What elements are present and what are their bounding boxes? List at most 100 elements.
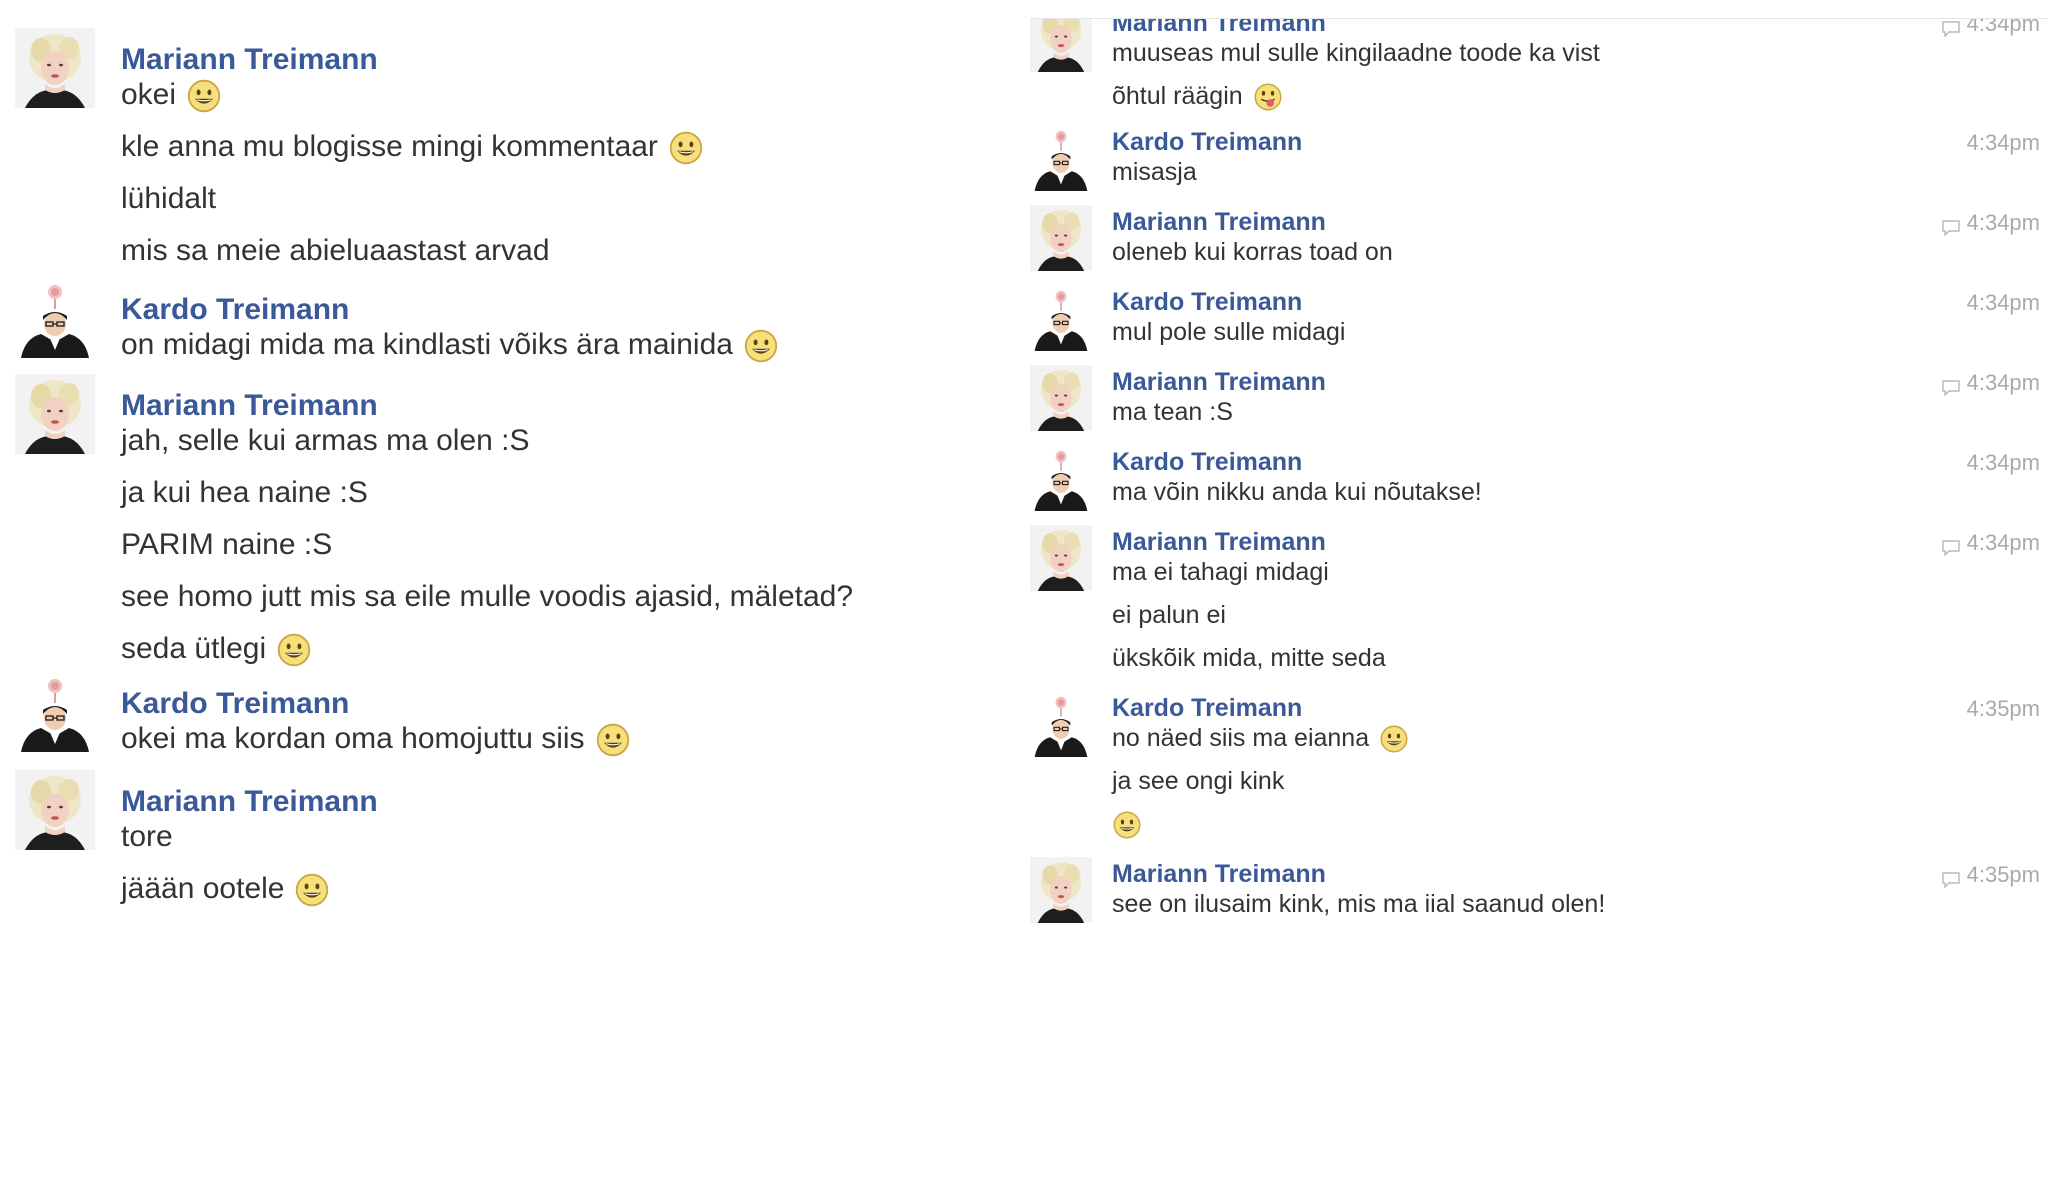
timestamp: 4:34pm: [1941, 370, 2040, 397]
message-body: ja kui hea naine :S: [121, 476, 368, 509]
sender-name[interactable]: Kardo Treimann: [1112, 694, 1302, 723]
message-group: Mariann Treimann 4:34pm ma ei tahagi midag…: [1030, 525, 2048, 672]
message-group: Kardo Treimann 4:34pm misasja: [1030, 125, 2048, 191]
message-text: ükskõik mida, mitte seda: [1112, 644, 1386, 673]
message-group: Kardo Treimann on midagi mida ma kindlast…: [15, 278, 1020, 363]
man-avatar[interactable]: [1030, 445, 1092, 511]
message-text: ma võin nikku anda kui nõutakse!: [1112, 478, 1482, 507]
woman-avatar[interactable]: [1030, 525, 1092, 591]
timestamp: 4:35pm: [1941, 862, 2040, 889]
timestamp: 4:34pm: [1967, 290, 2040, 316]
woman-avatar[interactable]: [1030, 365, 1092, 431]
speech-bubble-icon: [1941, 868, 1961, 889]
woman-avatar[interactable]: [15, 770, 95, 850]
woman-avatar[interactable]: [1030, 19, 1092, 72]
smile-emoji-icon: [294, 872, 330, 908]
message-body: mul pole sulle midagi: [1112, 318, 1346, 346]
smile-emoji-icon: [743, 328, 779, 364]
sender-name[interactable]: Kardo Treimann: [121, 293, 349, 327]
message-body: ei palun ei: [1112, 601, 1226, 629]
sender-name[interactable]: Kardo Treimann: [121, 687, 349, 721]
message-text: kle anna mu blogisse mingi kommentaar: [121, 130, 704, 166]
message-body: PARIM naine :S: [121, 528, 333, 561]
message-text: misasja: [1112, 158, 1197, 187]
woman-avatar[interactable]: [15, 28, 95, 108]
timestamp: 4:35pm: [1967, 696, 2040, 722]
message-text: jäään ootele: [121, 872, 330, 908]
speech-bubble-icon: [1941, 216, 1961, 237]
timestamp-text: 4:34pm: [1966, 530, 2040, 555]
message-text: ja kui hea naine :S: [121, 476, 368, 510]
message-body: tore: [121, 820, 173, 853]
man-avatar[interactable]: [1030, 125, 1092, 191]
message-body: okei: [121, 78, 177, 111]
message-body: ma võin nikku anda kui nõutakse!: [1112, 478, 1482, 506]
message-text: see on ilusaim kink, mis ma iial saanud …: [1112, 890, 1605, 919]
man-avatar[interactable]: [15, 672, 95, 752]
message-body: ma ei tahagi midagi: [1112, 558, 1329, 586]
message-body: seda ütlegi: [121, 632, 267, 665]
sender-name[interactable]: Kardo Treimann: [1112, 288, 1302, 317]
message-body: mis sa meie abieluaastast arvad: [121, 234, 550, 267]
message-text: seda ütlegi: [121, 632, 312, 668]
left-chat-panel: Mariann Treimann okei kle anna mu blogisse…: [0, 0, 1020, 1198]
message-text: ja see ongi kink: [1112, 767, 1284, 796]
tongue-emoji-icon: [1253, 82, 1283, 112]
sender-name[interactable]: Mariann Treimann: [1112, 368, 1326, 397]
man-avatar[interactable]: [1030, 285, 1092, 351]
woman-avatar[interactable]: [1030, 857, 1092, 923]
smile-emoji-icon: [276, 632, 312, 668]
message-text: okei: [121, 78, 222, 114]
message-group: Kardo Treimann 4:35pm no näed siis ma eian…: [1030, 691, 2048, 839]
timestamp-text: 4:34pm: [1966, 130, 2040, 155]
speech-bubble-icon: [1941, 536, 1961, 557]
smile-emoji-icon: [595, 722, 631, 758]
sender-name[interactable]: Mariann Treimann: [121, 389, 378, 423]
right-chat-panel: Mariann Treimann 4:34pm muuseas mul sulle …: [1030, 18, 2048, 1199]
speech-bubble-icon: [1941, 376, 1961, 397]
message-group: Mariann Treimann okei kle anna mu blogisse…: [15, 28, 1020, 267]
timestamp-text: 4:34pm: [1966, 210, 2040, 235]
timestamp: 4:34pm: [1967, 130, 2040, 156]
timestamp-text: 4:35pm: [1966, 696, 2040, 721]
woman-avatar[interactable]: [1030, 205, 1092, 271]
sender-name[interactable]: Mariann Treimann: [1112, 860, 1326, 889]
message-group: Kardo Treimann okei ma kordan oma homojut…: [15, 672, 1020, 757]
message-body: ma tean :S: [1112, 398, 1233, 426]
message-text: see homo jutt mis sa eile mulle voodis a…: [121, 580, 853, 614]
smile-emoji-icon: [1112, 810, 1142, 840]
sender-name[interactable]: Mariann Treimann: [121, 785, 378, 819]
sender-name[interactable]: Kardo Treimann: [1112, 448, 1302, 477]
sender-name[interactable]: Mariann Treimann: [121, 43, 378, 77]
message-group: Kardo Treimann 4:34pm mul pole sulle midag…: [1030, 285, 2048, 351]
message-body: on midagi mida ma kindlasti võiks ära ma…: [121, 328, 733, 361]
message-text: PARIM naine :S: [121, 528, 332, 562]
sender-name[interactable]: Mariann Treimann: [1112, 528, 1326, 557]
timestamp: 4:34pm: [1941, 210, 2040, 237]
message-text: mis sa meie abieluaastast arvad: [121, 234, 550, 268]
smile-emoji-icon: [1379, 724, 1409, 754]
message-text: oleneb kui korras toad on: [1112, 238, 1393, 267]
message-text: no näed siis ma eianna: [1112, 724, 1409, 754]
sender-name[interactable]: Mariann Treimann: [1112, 19, 1326, 38]
woman-avatar[interactable]: [15, 374, 95, 454]
sender-name[interactable]: Mariann Treimann: [1112, 208, 1326, 237]
speech-bubble-icon: [1941, 19, 1961, 38]
timestamp-text: 4:34pm: [1966, 450, 2040, 475]
man-avatar[interactable]: [1030, 691, 1092, 757]
message-text: ma ei tahagi midagi: [1112, 558, 1329, 587]
man-avatar[interactable]: [15, 278, 95, 358]
message-text: mul pole sulle midagi: [1112, 318, 1345, 347]
message-body: no näed siis ma eianna: [1112, 724, 1370, 752]
message-text: okei ma kordan oma homojuttu siis: [121, 722, 631, 758]
message-text: lühidalt: [121, 182, 216, 216]
message-body: okei ma kordan oma homojuttu siis: [121, 722, 585, 755]
message-text: jah, selle kui armas ma olen :S: [121, 424, 530, 458]
message-text: tore: [121, 820, 173, 854]
timestamp-text: 4:34pm: [1966, 370, 2040, 395]
timestamp: 4:34pm: [1941, 530, 2040, 557]
timestamp-text: 4:34pm: [1966, 18, 2040, 36]
message-body: ükskõik mida, mitte seda: [1112, 644, 1386, 672]
message-group: Mariann Treimann jah, selle kui armas ma …: [15, 374, 1020, 667]
sender-name[interactable]: Kardo Treimann: [1112, 128, 1302, 157]
